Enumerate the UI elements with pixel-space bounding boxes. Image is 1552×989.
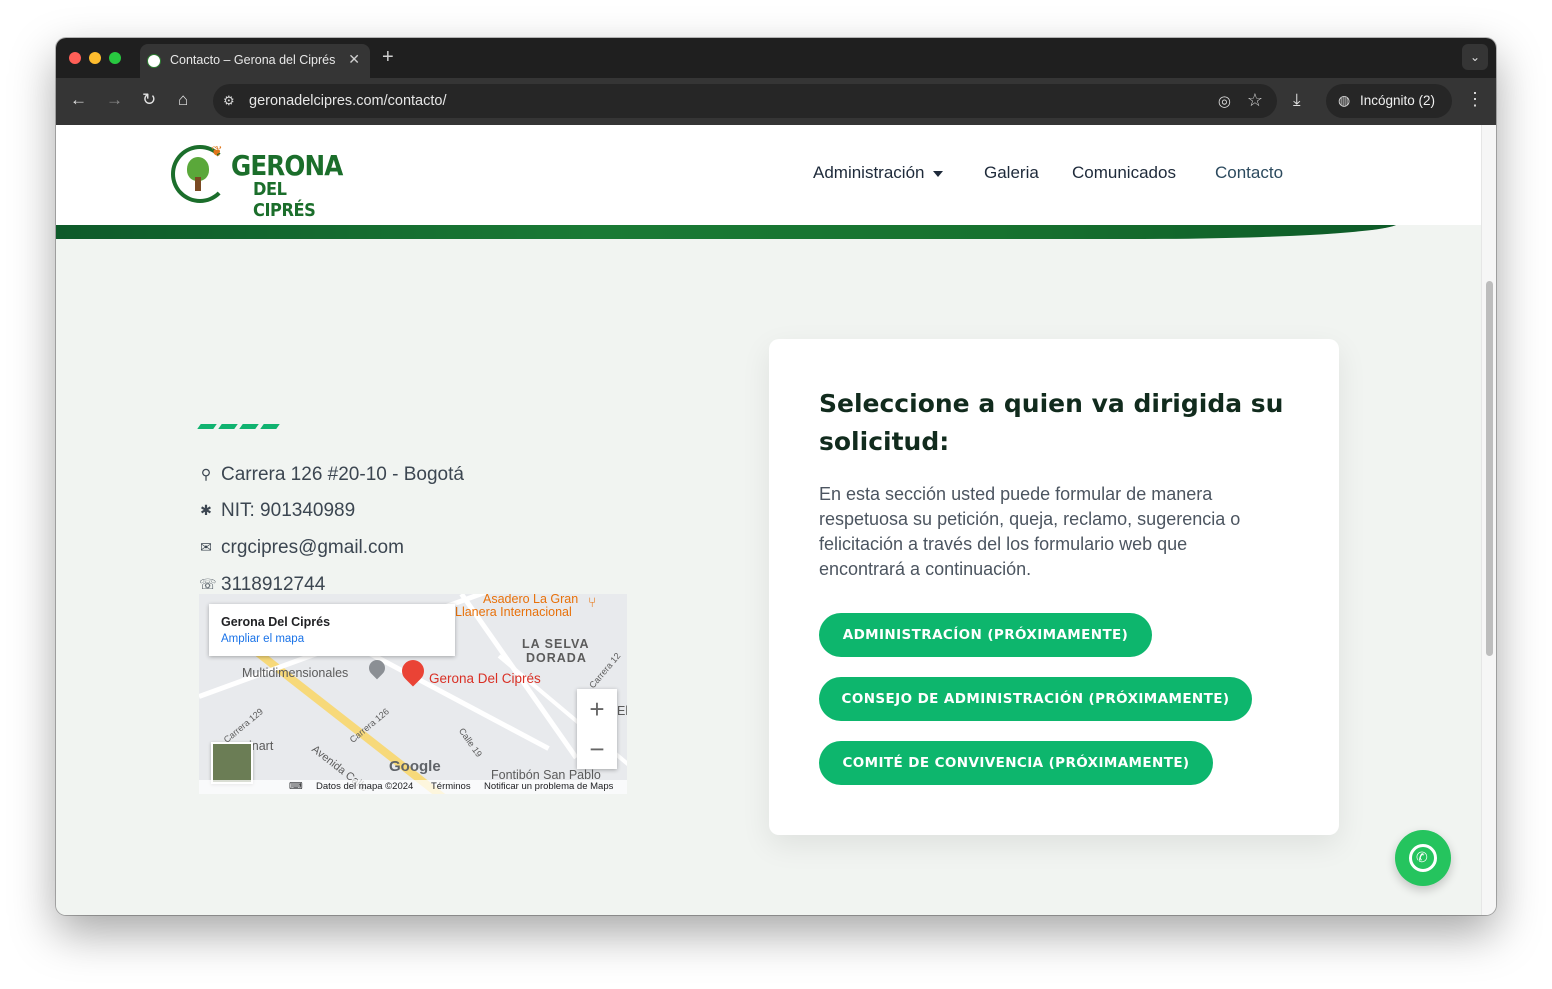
- satellite-toggle-button[interactable]: [211, 742, 253, 784]
- zoom-out-button[interactable]: −: [577, 729, 617, 769]
- administracion-button[interactable]: ADMINISTRACÍON (PRÓXIMAMENTE): [819, 613, 1152, 657]
- scrollbar-thumb[interactable]: [1486, 281, 1493, 656]
- map-zoom-controls: + −: [577, 689, 617, 769]
- nav-administracion-label: Administración: [813, 163, 925, 182]
- tab-search-button[interactable]: ⌄: [1462, 44, 1488, 70]
- envelope-icon: ✉: [200, 539, 212, 555]
- browser-tab[interactable]: Contacto – Gerona del Ciprés ✕: [140, 44, 370, 78]
- consejo-administracion-button[interactable]: CONSEJO DE ADMINISTRACIÓN (PRÓXIMAMENTE): [819, 677, 1252, 721]
- map-place-card: Gerona Del Ciprés Ampliar el mapa: [209, 604, 455, 656]
- comite-convivencia-button[interactable]: COMITÉ DE CONVIVENCIA (PRÓXIMAMENTE): [819, 741, 1213, 785]
- butterfly-icon: ❦: [211, 143, 223, 159]
- whatsapp-button[interactable]: ✆: [1395, 830, 1451, 886]
- nav-comunicados[interactable]: Comunicados: [1072, 163, 1176, 183]
- favicon-icon: [147, 54, 161, 68]
- logo-text-cipres: DEL CIPRÉS: [253, 179, 316, 221]
- chevron-down-icon: [932, 170, 943, 177]
- browser-window: Contacto – Gerona del Ciprés ✕ + ⌄ ← → ↻…: [56, 38, 1496, 915]
- whatsapp-small-icon: ☏: [199, 576, 217, 592]
- tab-bar: Contacto – Gerona del Ciprés ✕ + ⌄: [56, 38, 1496, 78]
- tab-title: Contacto – Gerona del Ciprés: [170, 53, 336, 67]
- map-label-neighborhood: LA SELVA: [522, 637, 590, 651]
- map-data-text: Datos del mapa ©2024: [316, 781, 414, 792]
- map-report-link[interactable]: Notificar un problema de Maps: [484, 781, 613, 792]
- map-label-neighborhood-2: DORADA: [526, 651, 587, 665]
- request-heading: Seleccione a quien va dirigida su solici…: [819, 389, 1284, 456]
- incognito-button[interactable]: ◍ Incógnito (2): [1326, 84, 1452, 118]
- map-label-calle-19: Calle 19: [456, 726, 485, 759]
- site-info-icon[interactable]: ⚙: [223, 93, 235, 109]
- incognito-label: Incógnito (2): [1360, 93, 1436, 108]
- new-tab-button[interactable]: +: [382, 46, 394, 69]
- site-header: ❦ GERONA DEL CIPRÉS Administración Galer…: [56, 125, 1481, 225]
- back-button[interactable]: ←: [70, 90, 87, 110]
- google-logo: Google: [389, 758, 441, 775]
- url-text[interactable]: geronadelcipres.com/contacto/: [249, 93, 446, 109]
- phone-text[interactable]: 3118912744: [221, 574, 325, 596]
- asterisk-icon: ✱: [200, 502, 212, 518]
- more-menu-icon[interactable]: ⋮: [1466, 89, 1484, 110]
- forward-button[interactable]: →: [106, 90, 123, 110]
- map-expand-link[interactable]: Ampliar el mapa: [221, 633, 304, 645]
- reload-button[interactable]: ↻: [142, 90, 156, 110]
- browser-toolbar: ← → ↻ ⌂ ⚙ geronadelcipres.com/contacto/ …: [56, 78, 1496, 125]
- map-terms-link[interactable]: Términos: [431, 781, 471, 792]
- tree-trunk: [195, 177, 201, 191]
- nav-administracion[interactable]: Administración: [813, 163, 943, 183]
- map-label-cutoff: El: [617, 704, 627, 718]
- zoom-in-button[interactable]: +: [577, 689, 617, 729]
- logo-text-gerona: GERONA: [231, 149, 343, 182]
- minimize-window-button[interactable]: [89, 52, 101, 64]
- site-logo[interactable]: ❦ GERONA DEL CIPRÉS: [171, 143, 361, 221]
- map-attribution-bar: ⌨ Datos del mapa ©2024 Términos Notifica…: [199, 780, 627, 794]
- maximize-window-button[interactable]: [109, 52, 121, 64]
- close-window-button[interactable]: [69, 52, 81, 64]
- request-card: Seleccione a quien va dirigida su solici…: [769, 339, 1339, 835]
- tab-close-icon[interactable]: ✕: [348, 51, 360, 68]
- star-icon[interactable]: ☆: [1247, 90, 1263, 111]
- page-viewport: ❦ GERONA DEL CIPRÉS Administración Galer…: [56, 125, 1481, 915]
- nav-galeria[interactable]: Galeria: [984, 163, 1039, 183]
- map-place-name: Gerona Del Ciprés: [221, 615, 331, 629]
- home-button[interactable]: ⌂: [178, 90, 188, 110]
- map-marker-label: Gerona Del Ciprés: [429, 671, 541, 686]
- google-map-embed[interactable]: Asadero La Gran Llanera Internacional ⑂ …: [199, 594, 627, 794]
- phone-glyph-icon: ✆: [1416, 849, 1428, 865]
- address-bar[interactable]: ⚙ geronadelcipres.com/contacto/ ◎ ☆: [213, 84, 1277, 118]
- page-scrollbar[interactable]: [1481, 125, 1496, 915]
- nit-text: NIT: 901340989: [221, 500, 356, 521]
- keyboard-icon[interactable]: ⌨: [289, 781, 303, 792]
- restaurant-icon: ⑂: [588, 594, 597, 610]
- incognito-icon: ◍: [1338, 92, 1351, 108]
- download-icon[interactable]: ⤓: [1293, 90, 1301, 110]
- address-text: Carrera 126 #20-10 - Bogotá: [221, 464, 464, 485]
- map-label-restaurant-2: Llanera Internacional: [455, 605, 572, 619]
- nav-contacto[interactable]: Contacto: [1215, 163, 1283, 183]
- map-marker-icon: ⚲: [200, 466, 212, 482]
- request-description: En esta sección usted puede formular de …: [819, 484, 1241, 579]
- eye-off-icon[interactable]: ◎: [1218, 92, 1231, 110]
- map-label-carrera-12: Carrera 12: [587, 650, 623, 691]
- email-text[interactable]: crgcipres@gmail.com: [221, 537, 404, 559]
- decorative-dashes: [197, 416, 283, 434]
- map-label-multidimensionales: Multidimensionales: [242, 666, 349, 680]
